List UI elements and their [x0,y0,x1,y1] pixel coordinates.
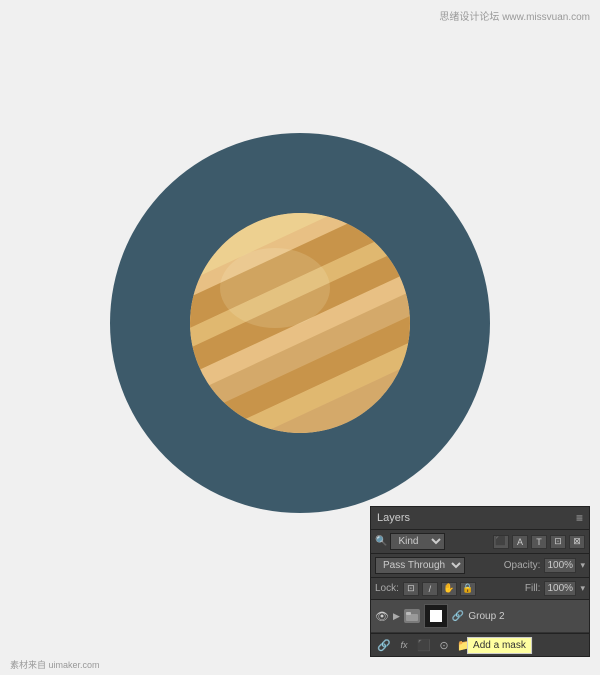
add-mask-button[interactable]: ⬛ [415,637,433,653]
lock-icons: ⊡ / ✋ 🔒 [403,582,476,596]
blend-mode-select[interactable]: Pass Through Normal Through [375,557,465,574]
lock-label: Lock: [375,583,399,594]
layer-name: Group 2 [468,611,585,622]
folder-svg [406,611,418,621]
layer-link-icon: 🔗 [452,611,464,622]
layers-search-row: 🔍 Kind ⬛ A T ⊡ ⊠ [371,530,589,554]
fill-label: Fill: [525,583,541,594]
lock-pixels-icon[interactable]: ⊡ [403,582,419,596]
layers-panel-title: Layers [377,512,410,524]
layer-type-icons: ⬛ A T ⊡ ⊠ [493,535,585,549]
pixel-layer-icon[interactable]: ⬛ [493,535,509,549]
type-layer-icon[interactable]: T [531,535,547,549]
opacity-input[interactable] [544,558,576,573]
thumb-mask-white [430,610,442,622]
bottom-watermark: 素材来自 uimaker.com [10,658,100,671]
blend-opacity-row: Pass Through Normal Through Opacity: ▾ [371,554,589,578]
layers-toolbar: 🔗 fx ⬛ ⊙ 📁 📄 🗑 Add a mask [371,633,589,656]
layers-menu-icon[interactable]: ≡ [576,511,583,525]
fx-button[interactable]: fx [395,637,413,653]
search-icon: 🔍 [375,536,387,547]
layer-group2[interactable]: 👁 ▶ 🔗 Group 2 [371,600,589,633]
lock-artboard-icon[interactable]: ✋ [441,582,457,596]
opacity-label: Opacity: [504,560,541,571]
fill-input[interactable] [544,581,576,596]
folder-icon [404,609,420,623]
lock-position-icon[interactable]: / [422,582,438,596]
link-layers-button[interactable]: 🔗 [375,637,393,653]
layer-expand-arrow[interactable]: ▶ [393,611,400,622]
add-mask-tooltip: Add a mask [467,637,532,654]
adjustment-layer-icon[interactable]: A [512,535,528,549]
layer-thumbnail [424,604,448,628]
layers-panel-header: Layers ≡ [371,507,589,530]
layers-panel: Layers ≡ 🔍 Kind ⬛ A T ⊡ ⊠ Pass Through N… [370,506,590,657]
new-adjustment-button[interactable]: ⊙ [435,637,453,653]
lock-fill-row: Lock: ⊡ / ✋ 🔒 Fill: ▾ [371,578,589,600]
planet-stripes-svg [190,213,410,433]
kind-select[interactable]: Kind [390,533,445,550]
inner-planet-circle [190,213,410,433]
layer-visibility-toggle[interactable]: 👁 [375,610,389,623]
outer-circle [110,133,490,513]
shape-layer-icon[interactable]: ⊡ [550,535,566,549]
smart-object-icon[interactable]: ⊠ [569,535,585,549]
opacity-arrow[interactable]: ▾ [580,560,585,571]
fill-arrow[interactable]: ▾ [580,583,585,594]
top-watermark: 思绪设计论坛 www.missvuan.com [439,8,590,23]
lock-all-icon[interactable]: 🔒 [460,582,476,596]
